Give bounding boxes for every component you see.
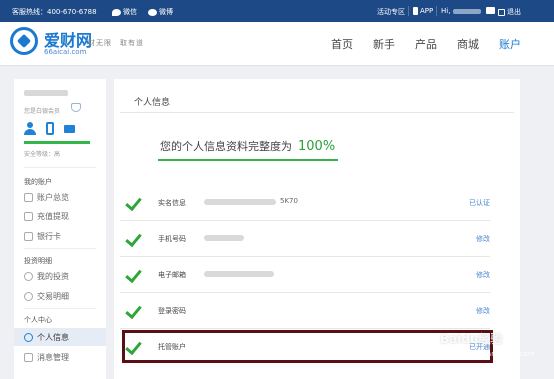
- top-bar: 客服热线：400-670-6788 微信 微博 活动专区 APP Hi, 退出: [0, 0, 554, 22]
- sidebar-divider: [24, 167, 96, 168]
- user-icon: [24, 333, 33, 342]
- nav-account[interactable]: 账户: [499, 36, 521, 52]
- logout-link[interactable]: 退出: [498, 7, 521, 17]
- page-title: 个人信息: [134, 98, 171, 108]
- completeness-text: 您的个人信息资料完整度为 100%: [160, 139, 336, 154]
- title-divider: [120, 112, 514, 113]
- section-my-account: 我的账户: [24, 178, 52, 186]
- blurred-value: [204, 271, 274, 277]
- site-header: 爱财网 66aicai.com 财无限 取有道 首页 新手 产品 商城 账户: [0, 22, 554, 66]
- user-greeting[interactable]: Hi,: [441, 7, 482, 15]
- transactions-icon: [24, 292, 33, 301]
- phone-icon: [413, 7, 418, 15]
- sidebar-item-recharge-withdraw[interactable]: 充值提现: [24, 211, 69, 222]
- edit-password-link[interactable]: 修改: [476, 306, 490, 316]
- sidebar-item-account-overview[interactable]: 账户总览: [24, 192, 69, 203]
- info-row-login-password: 登录密码 修改: [120, 293, 490, 329]
- blurred-value: [204, 235, 244, 241]
- brand-domain: 66aicai.com: [44, 48, 87, 56]
- weibo-link[interactable]: 微博: [148, 7, 173, 17]
- weibo-icon: [148, 8, 157, 16]
- security-level: 安全等级：高: [24, 151, 61, 158]
- highlight-box: [122, 330, 493, 363]
- sidebar-divider: [24, 248, 96, 249]
- nav-newbie[interactable]: 新手: [373, 36, 395, 52]
- blurred-value: [204, 199, 276, 205]
- sidebar-item-personal-info[interactable]: 个人信息: [24, 332, 69, 343]
- info-row-real-name: 实名信息 5K70 已认证: [120, 185, 490, 221]
- check-icon: [126, 231, 142, 247]
- info-row-email: 电子邮箱 修改: [120, 257, 490, 293]
- edit-phone-link[interactable]: 修改: [476, 234, 490, 244]
- check-icon: [126, 303, 142, 319]
- nav-mall[interactable]: 商城: [457, 36, 479, 52]
- sidebar-divider: [24, 308, 96, 309]
- auth-icons: [24, 122, 75, 135]
- topbar-divider: [408, 6, 409, 16]
- sidebar-item-bank-card[interactable]: 银行卡: [24, 231, 61, 242]
- completeness-percent: 100%: [298, 139, 336, 154]
- crown-icon: [71, 103, 81, 112]
- check-icon: [126, 267, 142, 283]
- wechat-link[interactable]: 微信: [112, 7, 137, 17]
- app-link[interactable]: APP: [413, 7, 433, 15]
- sidebar-item-transactions[interactable]: 交易明细: [24, 291, 69, 302]
- account-sidebar: 您是白银会员 安全等级：高 我的账户 账户总览 充值提现 银行卡 投资明细 我的…: [14, 79, 106, 379]
- customer-hotline: 客服热线：400-670-6788: [12, 8, 97, 16]
- sidebar-item-message-management[interactable]: 消息管理: [24, 352, 69, 363]
- section-personal-center: 个人中心: [24, 316, 52, 324]
- logout-icon: [498, 8, 505, 16]
- info-row-phone: 手机号码 修改: [120, 221, 490, 257]
- edit-email-link[interactable]: 修改: [476, 270, 490, 280]
- email-verified-icon[interactable]: [64, 125, 75, 133]
- investment-icon: [24, 272, 33, 281]
- wallet-icon: [24, 212, 33, 221]
- nav-products[interactable]: 产品: [415, 36, 437, 52]
- bank-card-icon: [24, 232, 33, 241]
- watermark-logo: Baidu经验: [440, 332, 503, 346]
- nav-home[interactable]: 首页: [331, 36, 353, 52]
- security-progress-bar: [24, 141, 90, 144]
- member-level: 您是白银会员: [24, 108, 61, 115]
- watermark-url: jingyan.baidu.com: [470, 350, 535, 358]
- username-blurred: [453, 8, 482, 14]
- wechat-icon: [112, 8, 121, 16]
- section-investment: 投资明细: [24, 257, 52, 265]
- username-blurred: [24, 90, 68, 96]
- check-icon: [126, 195, 142, 211]
- logo-icon[interactable]: [10, 27, 38, 55]
- user-verified-icon[interactable]: [24, 122, 36, 135]
- activity-zone-link[interactable]: 活动专区: [377, 7, 405, 17]
- overview-icon: [24, 193, 33, 202]
- mail-icon: [486, 7, 495, 14]
- sidebar-item-my-investment[interactable]: 我的投资: [24, 271, 69, 282]
- completeness-underline: [158, 159, 338, 161]
- phone-verified-icon[interactable]: [46, 122, 54, 135]
- slogan: 财无限 取有道: [88, 39, 144, 47]
- verified-link[interactable]: 已认证: [469, 198, 490, 208]
- messages-link[interactable]: [486, 7, 497, 14]
- message-icon: [24, 353, 33, 362]
- topbar-divider: [436, 6, 437, 16]
